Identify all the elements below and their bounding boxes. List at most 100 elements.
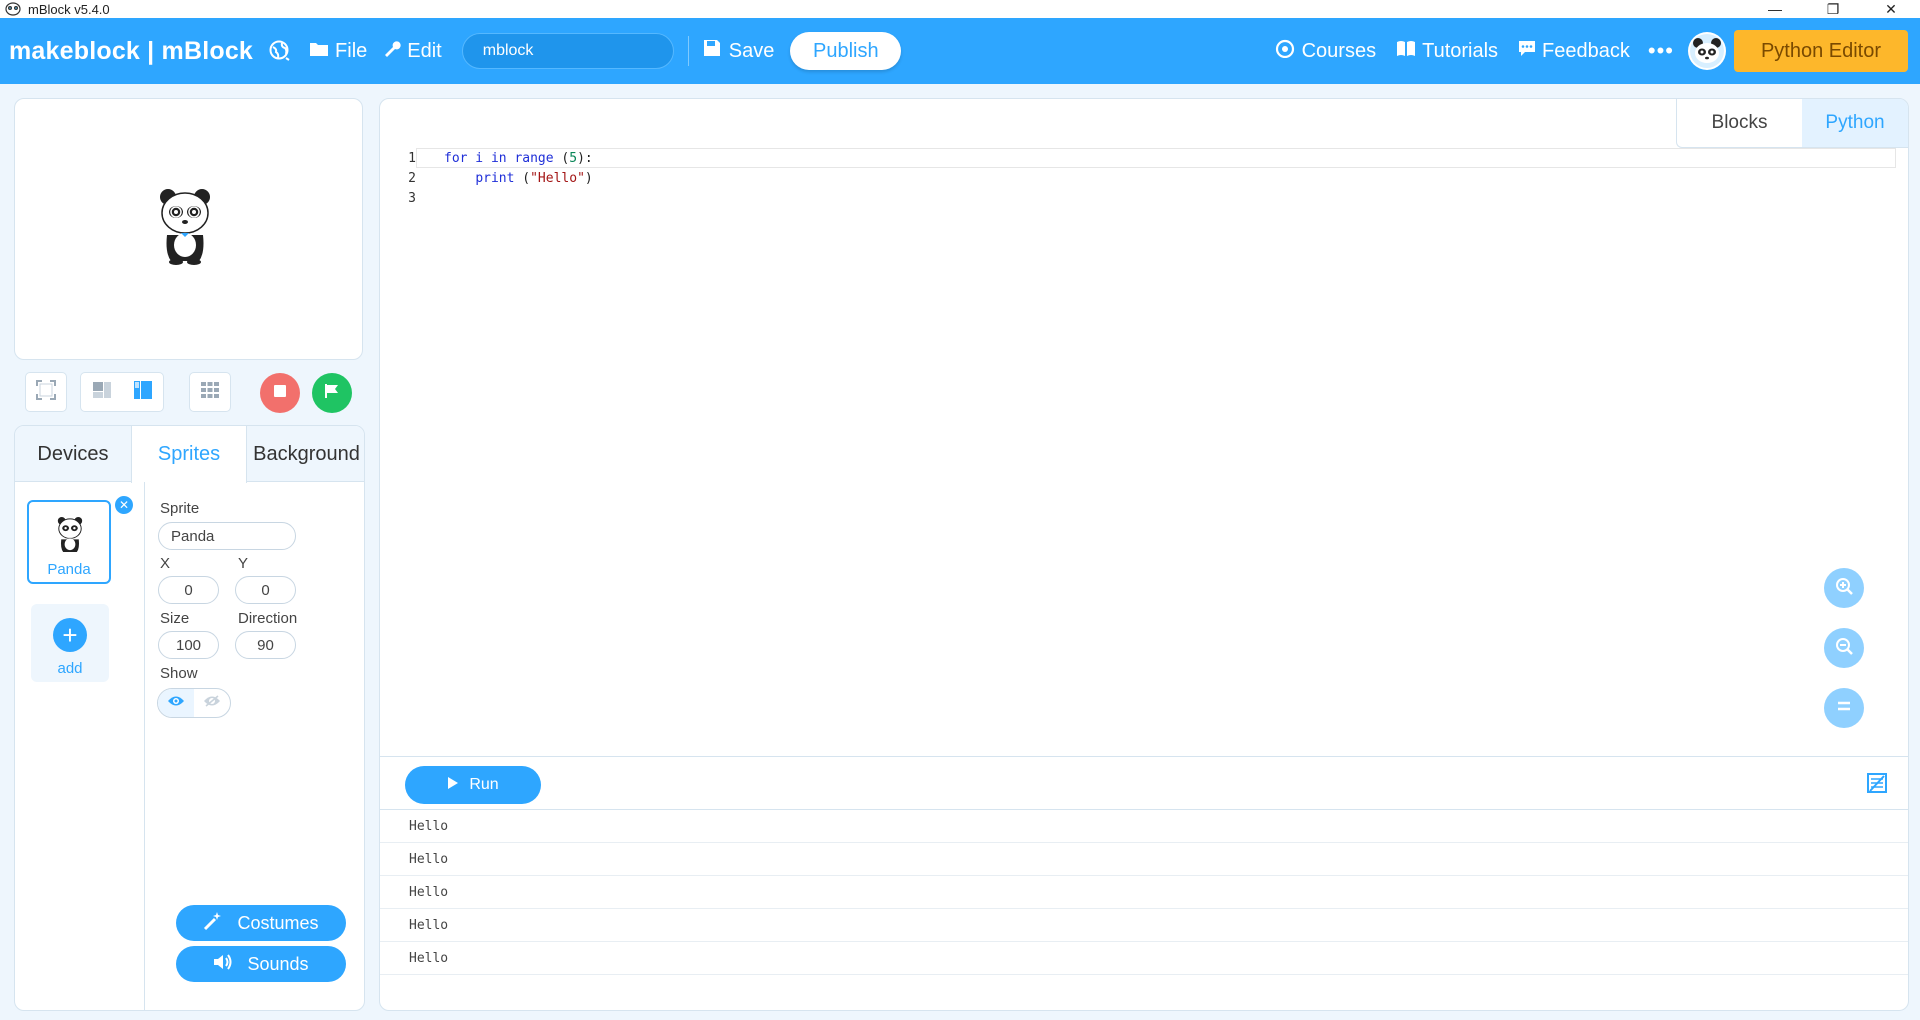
- zoom-reset-icon: [1836, 699, 1852, 717]
- console-output: Hello Hello Hello Hello Hello: [380, 810, 1908, 975]
- stop-button[interactable]: [260, 373, 300, 413]
- show-hidden-button[interactable]: [194, 689, 230, 717]
- size-input[interactable]: 100: [158, 631, 219, 659]
- publish-button[interactable]: Publish: [790, 32, 902, 70]
- current-line-highlight: [416, 148, 1896, 168]
- folder-icon: [309, 40, 329, 63]
- feedback-label: Feedback: [1542, 39, 1630, 62]
- grid-view-button[interactable]: [189, 372, 231, 412]
- user-avatar[interactable]: [1688, 32, 1726, 70]
- console-line: Hello: [380, 876, 1908, 909]
- line-1-code: for i in range (5):: [444, 150, 593, 166]
- zoom-out-icon: [1834, 636, 1854, 661]
- menubar-divider: [687, 36, 689, 66]
- show-visible-button[interactable]: [158, 689, 194, 717]
- top-menubar: makeblock | mBlock File Edit mblock Save…: [0, 18, 1920, 84]
- editor-mode-tabs: Blocks Python: [1676, 99, 1908, 148]
- fullscreen-button[interactable]: [25, 372, 67, 412]
- line-2-code: print ("Hello"): [475, 170, 593, 186]
- minimize-button[interactable]: —: [1746, 0, 1804, 18]
- direction-input[interactable]: 90: [235, 631, 296, 659]
- small-stage-button[interactable]: [81, 373, 122, 411]
- clear-console-icon[interactable]: [1866, 772, 1890, 796]
- small-stage-icon: [92, 381, 112, 404]
- tutorials-menu[interactable]: Tutorials: [1396, 39, 1498, 63]
- tab-background[interactable]: Background: [247, 426, 364, 482]
- line-number: 1: [408, 150, 416, 166]
- zoom-in-icon: [1834, 576, 1854, 601]
- add-sprite-button[interactable]: + add: [31, 604, 109, 682]
- tutorials-label: Tutorials: [1422, 39, 1499, 62]
- sprite-list: Panda ✕ + add: [15, 482, 145, 1010]
- code-editor-panel: Blocks Python 1 for i in range (5): 2 pr…: [379, 98, 1909, 1011]
- close-window-button[interactable]: ✕: [1862, 0, 1920, 18]
- code-text-area[interactable]: 1 for i in range (5): 2 print ("Hello") …: [380, 148, 1908, 756]
- chat-bubble-icon: [1518, 39, 1536, 63]
- zoom-reset-button[interactable]: [1824, 688, 1864, 728]
- y-input[interactable]: 0: [235, 576, 296, 604]
- language-globe-icon[interactable]: [267, 38, 293, 64]
- sprite-name-label: Sprite: [160, 500, 200, 517]
- tab-python[interactable]: Python: [1802, 99, 1908, 148]
- code-line-2: 2 print ("Hello"): [380, 168, 593, 188]
- sprite-card-panda[interactable]: Panda ✕: [27, 494, 135, 584]
- sounds-label: Sounds: [247, 953, 309, 974]
- courses-label: Courses: [1301, 39, 1377, 62]
- eye-off-icon: [203, 694, 221, 712]
- stage-toolbar: [14, 372, 363, 414]
- size-label: Size: [160, 610, 190, 627]
- save-disk-icon: [703, 39, 721, 63]
- x-label: X: [160, 555, 171, 572]
- save-button[interactable]: Save: [703, 39, 775, 63]
- line-number: 3: [408, 190, 416, 206]
- green-flag-button[interactable]: [312, 373, 352, 413]
- tab-devices[interactable]: Devices: [15, 426, 131, 482]
- book-icon: [1396, 39, 1416, 63]
- line-number: 2: [408, 170, 416, 186]
- console-line: Hello: [380, 942, 1908, 975]
- console-line: Hello: [380, 843, 1908, 876]
- stage-canvas[interactable]: [14, 98, 363, 360]
- zoom-out-button[interactable]: [1824, 628, 1864, 668]
- feedback-menu[interactable]: Feedback: [1518, 39, 1630, 63]
- window-titlebar: mBlock v5.4.0 — ❐ ✕: [0, 0, 1920, 18]
- code-line-3: 3: [380, 188, 444, 208]
- x-input[interactable]: 0: [158, 576, 219, 604]
- run-button[interactable]: Run: [405, 766, 541, 804]
- code-line-1: 1 for i in range (5):: [380, 148, 593, 168]
- save-label: Save: [728, 39, 775, 62]
- sounds-button[interactable]: Sounds: [176, 946, 346, 982]
- delete-sprite-icon[interactable]: ✕: [113, 494, 135, 516]
- grid-icon: [200, 381, 220, 404]
- costumes-label: Costumes: [237, 912, 319, 933]
- restore-button[interactable]: ❐: [1804, 0, 1862, 18]
- window-title: mBlock v5.4.0: [28, 1, 110, 17]
- graduation-cap-icon: [1274, 38, 1296, 64]
- show-label: Show: [160, 665, 198, 682]
- plus-icon: +: [53, 618, 87, 652]
- add-sprite-label: add: [57, 660, 83, 677]
- tab-sprites[interactable]: Sprites: [131, 426, 247, 483]
- python-editor-button[interactable]: Python Editor: [1734, 30, 1908, 72]
- magic-wand-icon: [203, 911, 223, 936]
- edit-menu[interactable]: Edit: [383, 39, 442, 63]
- tab-blocks[interactable]: Blocks: [1676, 99, 1802, 148]
- courses-menu[interactable]: Courses: [1274, 38, 1376, 64]
- brand-logo: makeblock | mBlock: [9, 36, 254, 65]
- costumes-button[interactable]: Costumes: [176, 905, 346, 941]
- mblock-app-icon: [4, 1, 22, 17]
- normal-stage-icon: [133, 380, 153, 405]
- normal-stage-button[interactable]: [122, 373, 163, 411]
- more-menu-icon[interactable]: •••: [1648, 38, 1674, 64]
- green-flag-icon: [324, 383, 340, 404]
- file-menu-label: File: [335, 39, 368, 62]
- file-menu[interactable]: File: [309, 40, 367, 63]
- window-controls: — ❐ ✕: [1746, 0, 1920, 18]
- project-name-input[interactable]: mblock: [461, 33, 674, 69]
- fullscreen-icon: [36, 379, 56, 405]
- sprite-name-input[interactable]: Panda: [158, 522, 296, 550]
- console-line: Hello: [380, 909, 1908, 942]
- panda-sprite-on-stage[interactable]: [157, 187, 213, 270]
- zoom-in-button[interactable]: [1824, 568, 1864, 608]
- speaker-icon: [213, 953, 233, 976]
